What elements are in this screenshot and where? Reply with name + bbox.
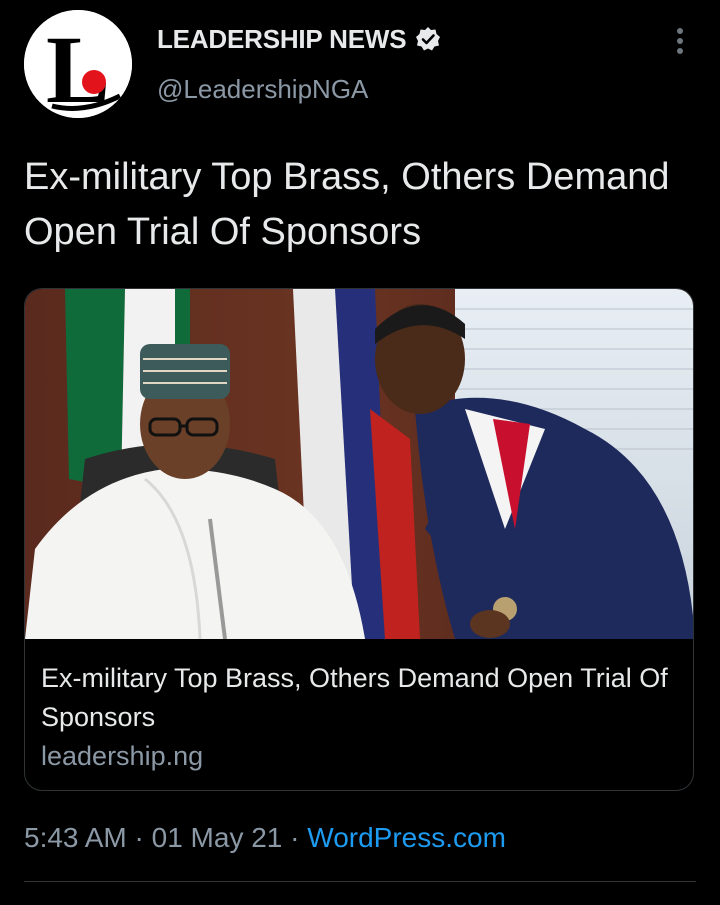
tweet-source-link[interactable]: WordPress.com	[307, 822, 506, 853]
avatar[interactable]: L	[24, 10, 132, 118]
tweet-footer: 5:43 AM · 01 May 21 · WordPress.com	[24, 822, 506, 854]
news-photo-icon	[25, 289, 693, 640]
verified-badge-icon	[414, 25, 442, 53]
leadership-logo-icon: L	[24, 10, 132, 118]
card-meta: Ex-military Top Brass, Others Demand Ope…	[41, 659, 686, 772]
divider	[24, 881, 696, 882]
tweet-header: L LEADERSHIP NEWS @LeadershipNGA	[0, 0, 720, 130]
display-name[interactable]: LEADERSHIP NEWS	[157, 24, 407, 55]
link-card[interactable]: Ex-military Top Brass, Others Demand Ope…	[24, 288, 694, 791]
card-title[interactable]: Ex-military Top Brass, Others Demand Ope…	[41, 659, 686, 737]
account-names: LEADERSHIP NEWS @LeadershipNGA	[157, 22, 442, 105]
handle[interactable]: @LeadershipNGA	[157, 74, 442, 105]
tweet-date[interactable]: 01 May 21	[152, 822, 283, 853]
tweet-text: Ex-military Top Brass, Others Demand Ope…	[24, 156, 670, 253]
tweet-time[interactable]: 5:43 AM	[24, 822, 127, 853]
separator: ·	[134, 822, 144, 853]
separator: ·	[290, 822, 300, 853]
card-domain: leadership.ng	[41, 741, 204, 771]
more-options-icon[interactable]	[668, 28, 692, 56]
